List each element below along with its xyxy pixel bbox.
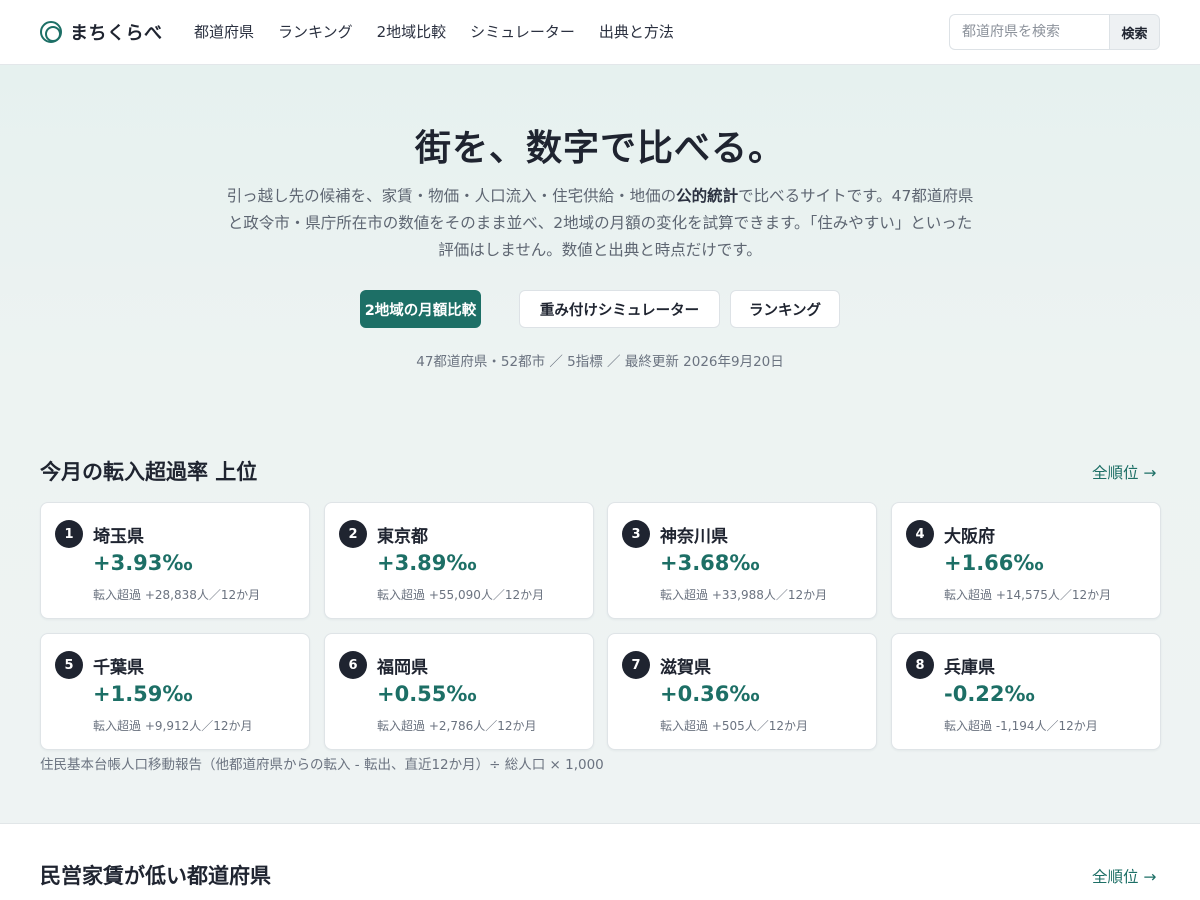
prefecture-name: 滋賀県 (660, 658, 711, 678)
rent-section-title: 民営家賃が低い都道府県 (40, 864, 271, 888)
migration-detail: 転入超過 -1,194人／12か月 (944, 719, 1098, 733)
ranking-card-5[interactable]: 5 千葉県 +1.59‰ 転入超過 +9,912人／12か月 (40, 633, 310, 750)
ranking-card-3[interactable]: 3 神奈川県 +3.68‰ 転入超過 +33,988人／12か月 (607, 502, 877, 619)
migration-rate: +3.93‰ (93, 551, 193, 575)
nav-simulator[interactable]: シミュレーター (470, 21, 575, 42)
prefecture-name: 福岡県 (377, 658, 428, 678)
nav-sources[interactable]: 出典と方法 (599, 21, 674, 42)
hero-actions: 2地域の月額比較 重み付けシミュレーター ランキング (360, 290, 840, 328)
migration-rate: +1.66‰ (944, 551, 1044, 575)
rank-badge: 5 (55, 651, 83, 679)
prefecture-name: 千葉県 (93, 658, 144, 678)
ranking-card-8[interactable]: 8 兵庫県 -0.22‰ 転入超過 -1,194人／12か月 (891, 633, 1161, 750)
migration-detail: 転入超過 +28,838人／12か月 (93, 588, 261, 602)
hero-section: 街を、数字で比べる。 引っ越し先の候補を、家賃・物価・人口流入・住宅供給・地価の… (0, 65, 1200, 824)
migration-detail: 転入超過 +9,912人／12か月 (93, 719, 253, 733)
hero-description-part1: 引っ越し先の候補を、家賃・物価・人口流入・住宅供給・地価の (226, 187, 677, 205)
rank-badge: 2 (339, 520, 367, 548)
migration-rate: +1.59‰ (93, 682, 193, 706)
migration-detail: 転入超過 +55,090人／12か月 (377, 588, 545, 602)
migration-rate: -0.22‰ (944, 682, 1035, 706)
site-logo[interactable]: まちくらべ (40, 20, 163, 44)
prefecture-name: 東京都 (377, 527, 428, 547)
migration-detail: 転入超過 +33,988人／12か月 (660, 588, 828, 602)
prefecture-name: 兵庫県 (944, 658, 995, 678)
nav-prefectures[interactable]: 都道府県 (194, 21, 254, 42)
migration-rate: +0.55‰ (377, 682, 477, 706)
rank-badge: 1 (55, 520, 83, 548)
compare-button[interactable]: 2地域の月額比較 (360, 290, 481, 328)
search-input[interactable] (949, 14, 1109, 50)
ranking-card-2[interactable]: 2 東京都 +3.89‰ 転入超過 +55,090人／12か月 (324, 502, 594, 619)
nav-compare[interactable]: 2地域比較 (377, 21, 447, 42)
site-name: まちくらべ (70, 23, 163, 44)
ranking-card-1[interactable]: 1 埼玉県 +3.93‰ 転入超過 +28,838人／12か月 (40, 502, 310, 619)
prefecture-name: 埼玉県 (93, 527, 144, 547)
ring-logo-icon (40, 21, 62, 43)
ranking-button[interactable]: ランキング (730, 290, 840, 328)
migration-all-link[interactable]: 全順位 → (1092, 461, 1156, 483)
migration-detail: 転入超過 +14,575人／12か月 (944, 588, 1112, 602)
nav-ranking[interactable]: ランキング (278, 21, 353, 42)
main-nav: 都道府県 ランキング 2地域比較 シミュレーター 出典と方法 (194, 21, 698, 42)
search-form: 検索 (949, 14, 1160, 50)
rank-badge: 7 (622, 651, 650, 679)
migration-section-title: 今月の転入超過率 上位 (40, 460, 258, 484)
migration-source-note: 住民基本台帳人口移動報告（他都道府県からの転入 - 転出、直近12か月）÷ 総人… (40, 757, 604, 773)
rent-all-link[interactable]: 全順位 → (1092, 865, 1156, 887)
hero-description: 引っ越し先の候補を、家賃・物価・人口流入・住宅供給・地価の公的統計で比べるサイト… (222, 183, 978, 264)
site-header: まちくらべ 都道府県 ランキング 2地域比較 シミュレーター 出典と方法 検索 (0, 0, 1200, 65)
rank-badge: 8 (906, 651, 934, 679)
site-meta: 47都道府県・52都市 ／ 5指標 ／ 最終更新 2026年9月20日 (416, 354, 784, 370)
migration-detail: 転入超過 +505人／12か月 (660, 719, 809, 733)
rank-badge: 3 (622, 520, 650, 548)
migration-rate: +3.68‰ (660, 551, 760, 575)
prefecture-name: 大阪府 (944, 527, 995, 547)
ranking-card-7[interactable]: 7 滋賀県 +0.36‰ 転入超過 +505人／12か月 (607, 633, 877, 750)
migration-rate: +0.36‰ (660, 682, 760, 706)
prefecture-name: 神奈川県 (660, 527, 728, 547)
ranking-card-6[interactable]: 6 福岡県 +0.55‰ 転入超過 +2,786人／12か月 (324, 633, 594, 750)
rank-badge: 6 (339, 651, 367, 679)
ranking-card-4[interactable]: 4 大阪府 +1.66‰ 転入超過 +14,575人／12か月 (891, 502, 1161, 619)
hero-description-emphasis: 公的統計 (676, 187, 739, 205)
search-button[interactable]: 検索 (1109, 14, 1160, 50)
migration-detail: 転入超過 +2,786人／12か月 (377, 719, 537, 733)
rank-badge: 4 (906, 520, 934, 548)
migration-rate: +3.89‰ (377, 551, 477, 575)
simulator-button[interactable]: 重み付けシミュレーター (519, 290, 720, 328)
hero-title: 街を、数字で比べる。 (414, 127, 785, 169)
